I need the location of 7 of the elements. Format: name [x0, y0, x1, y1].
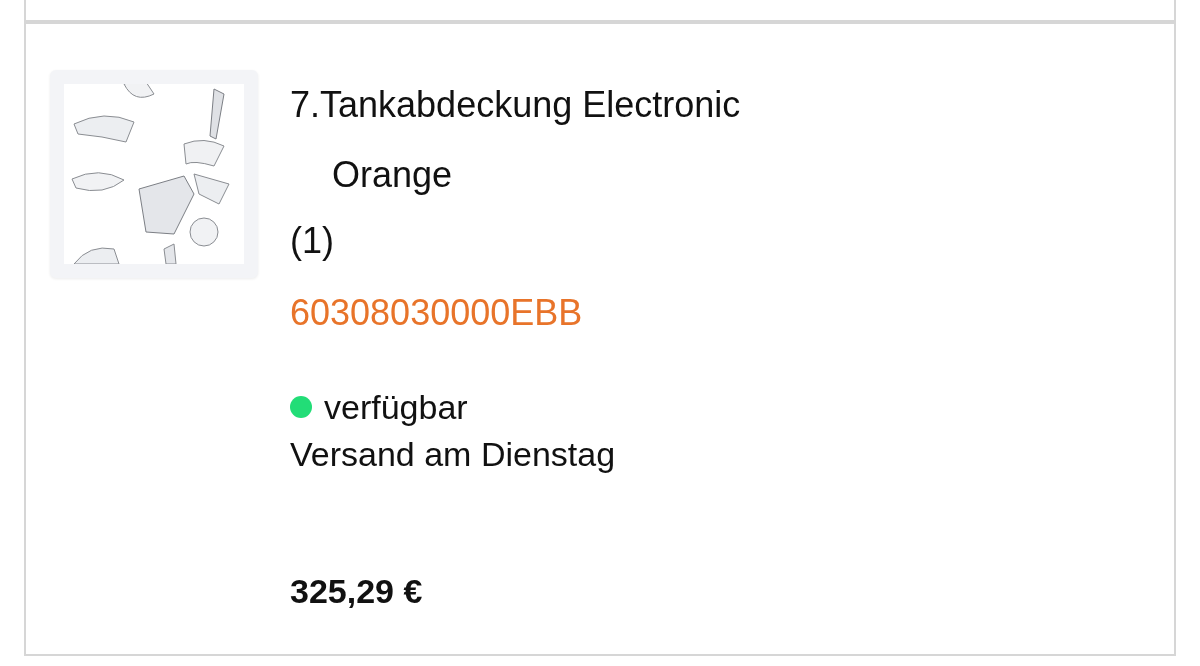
product-title[interactable]: 7.Tankabdeckung Electronic Orange — [290, 70, 810, 210]
part-number: 60308030000EBB — [290, 291, 584, 335]
thumbnail-frame[interactable] — [50, 70, 258, 278]
shipping-info: Versand am Dienstag — [290, 434, 617, 475]
price: 325,29 € — [290, 571, 424, 612]
quantity: (1) — [290, 219, 335, 263]
availability-status: verfügbar — [324, 387, 468, 428]
